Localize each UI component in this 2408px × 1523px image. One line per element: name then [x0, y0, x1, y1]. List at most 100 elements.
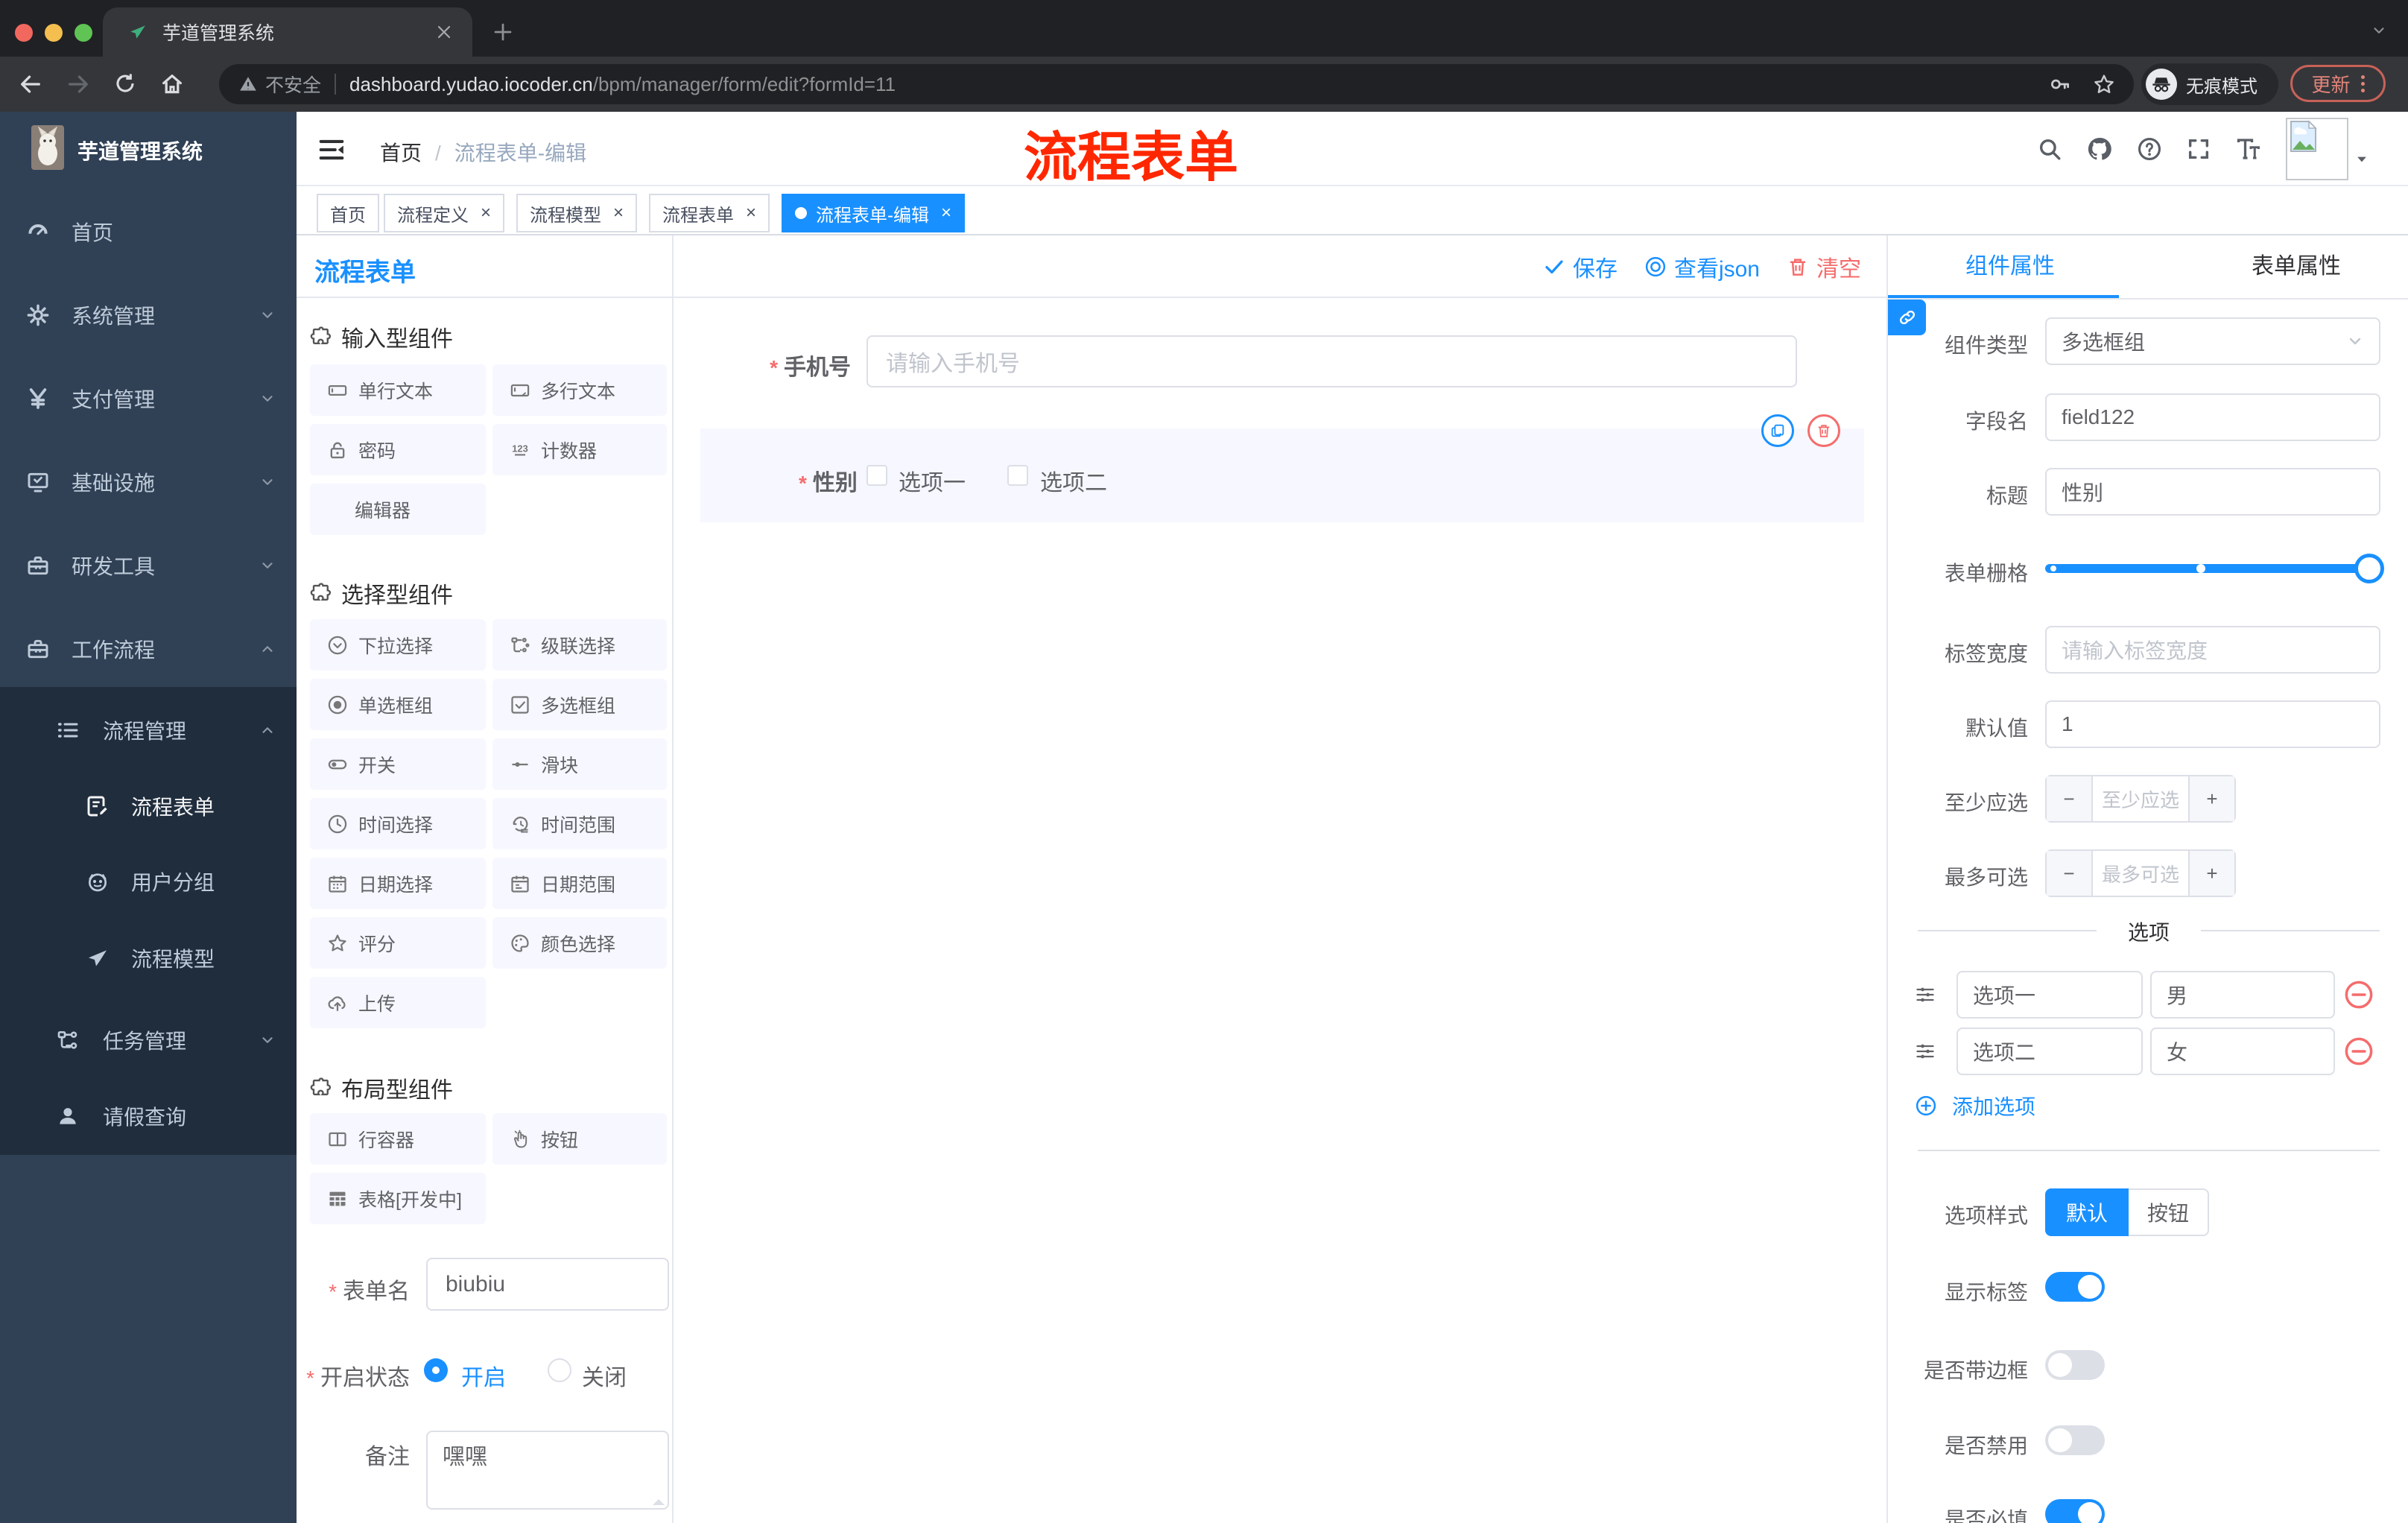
add-option-button[interactable]: 添加选项: [1915, 1091, 2035, 1121]
sidebar-item-流程表单[interactable]: 流程表单: [0, 764, 297, 848]
component-单选框组[interactable]: 单选框组: [310, 679, 486, 730]
password-key-icon[interactable]: [2049, 73, 2071, 95]
slider-thumb[interactable]: [2354, 554, 2384, 583]
component-时间范围[interactable]: 时间范围: [492, 798, 667, 849]
tag-close-icon[interactable]: ×: [941, 203, 951, 224]
fontsize-icon[interactable]: [2235, 136, 2262, 162]
component-单行文本[interactable]: 单行文本: [310, 364, 486, 416]
grid-slider-track[interactable]: [2045, 564, 2380, 573]
是否必填-switch[interactable]: [2045, 1499, 2105, 1523]
sidebar-item-请假查询[interactable]: 请假查询: [0, 1074, 297, 1158]
component-计数器[interactable]: 计数器: [492, 424, 667, 475]
style-default-button[interactable]: 默认: [2045, 1188, 2129, 1236]
sidebar-item-支付管理[interactable]: 支付管理: [0, 357, 297, 440]
option-value-input[interactable]: 选项一: [1956, 971, 2143, 1019]
copy-component-button[interactable]: [1761, 414, 1794, 447]
component-评分[interactable]: 评分: [310, 917, 486, 969]
gender-option2-checkbox[interactable]: [1007, 465, 1028, 486]
component-按钮[interactable]: 按钮: [492, 1113, 667, 1165]
home-icon[interactable]: [159, 72, 185, 97]
component-时间选择[interactable]: 时间选择: [310, 798, 486, 849]
update-button[interactable]: 更新: [2290, 65, 2386, 102]
field-input[interactable]: field122: [2045, 393, 2380, 441]
component-滑块[interactable]: 滑块: [492, 738, 667, 790]
fullscreen-icon[interactable]: [2186, 136, 2211, 162]
component-下拉选择[interactable]: 下拉选择: [310, 619, 486, 671]
form-remark-textarea[interactable]: 嘿嘿: [426, 1431, 669, 1510]
option-label-input[interactable]: 女: [2150, 1028, 2335, 1075]
sidebar-logo[interactable]: 芋道管理系统: [0, 112, 297, 183]
status-off-radio[interactable]: [548, 1358, 571, 1382]
max-increase[interactable]: +: [2190, 851, 2234, 896]
tab-form-props[interactable]: 表单属性: [2162, 235, 2408, 298]
traffic-minimize-button[interactable]: [45, 24, 63, 42]
browser-menu-dots-icon[interactable]: [2360, 75, 2365, 92]
sidebar-item-流程管理[interactable]: 流程管理: [0, 688, 297, 772]
tab-close-icon[interactable]: [435, 23, 453, 41]
gender-option1-checkbox[interactable]: [866, 465, 887, 486]
component-日期选择[interactable]: 日期选择: [310, 858, 486, 909]
avatar-caret-icon[interactable]: [2354, 152, 2369, 167]
browser-tab[interactable]: 芋道管理系统: [103, 7, 472, 57]
tag-流程定义[interactable]: 流程定义 ×: [384, 194, 505, 232]
drag-handle-icon[interactable]: [1915, 984, 1936, 1005]
component-上传[interactable]: 上传: [310, 977, 486, 1028]
component-多选框组[interactable]: 多选框组: [492, 679, 667, 730]
显示标签-switch[interactable]: [2045, 1272, 2105, 1302]
tab-component-props[interactable]: 组件属性: [1888, 235, 2132, 298]
type-select[interactable]: 多选框组: [2045, 317, 2380, 365]
tag-流程表单[interactable]: 流程表单 ×: [649, 194, 770, 232]
max-stepper[interactable]: − 最多可选 +: [2045, 849, 2236, 897]
status-off-label[interactable]: 关闭: [582, 1359, 627, 1392]
phone-input[interactable]: 请输入手机号: [866, 335, 1797, 387]
github-icon[interactable]: [2086, 136, 2113, 162]
sidebar-item-工作流程[interactable]: 工作流程: [0, 607, 297, 691]
bookmark-star-icon[interactable]: [2092, 72, 2116, 96]
reload-icon[interactable]: [113, 72, 137, 95]
sidebar-item-用户分组[interactable]: 用户分组: [0, 840, 297, 923]
保存-button[interactable]: 保存: [1543, 250, 1618, 283]
option-label-input[interactable]: 男: [2150, 971, 2335, 1019]
user-avatar[interactable]: [2286, 118, 2348, 180]
min-stepper[interactable]: − 至少应选 +: [2045, 775, 2236, 823]
hamburger-icon[interactable]: [317, 136, 346, 164]
component-多行文本[interactable]: 多行文本: [492, 364, 667, 416]
back-icon[interactable]: [18, 72, 43, 97]
sidebar-item-系统管理[interactable]: 系统管理: [0, 273, 297, 357]
是否禁用-switch[interactable]: [2045, 1425, 2105, 1455]
tag-首页[interactable]: 首页: [317, 194, 379, 232]
清空-button[interactable]: 清空: [1787, 250, 1861, 283]
gender-option2-label[interactable]: 选项二: [1040, 464, 1107, 497]
sidebar-item-研发工具[interactable]: 研发工具: [0, 524, 297, 607]
option-value-input[interactable]: 选项二: [1956, 1028, 2143, 1075]
component-表格[开发中][interactable]: 表格[开发中]: [310, 1173, 486, 1224]
sidebar-item-基础设施[interactable]: 基础设施: [0, 440, 297, 524]
drag-handle-icon[interactable]: [1915, 1041, 1936, 1062]
是否带边框-switch[interactable]: [2045, 1350, 2105, 1380]
style-button-button[interactable]: 按钮: [2129, 1188, 2209, 1236]
status-on-radio[interactable]: [424, 1358, 448, 1382]
default-input[interactable]: 1: [2045, 700, 2380, 748]
min-decrease[interactable]: −: [2047, 776, 2091, 821]
sidebar-item-首页[interactable]: 首页: [0, 190, 297, 273]
url-bar[interactable]: 不安全 dashboard.yudao.iocoder.cn/bpm/manag…: [219, 64, 2134, 104]
new-tab-button[interactable]: [492, 21, 514, 43]
delete-component-button[interactable]: [1807, 414, 1840, 447]
tabstrip-chevron-icon[interactable]: [2371, 22, 2387, 39]
form-name-input[interactable]: biubiu: [426, 1258, 669, 1311]
status-on-label[interactable]: 开启: [461, 1359, 506, 1392]
forward-icon[interactable]: [66, 72, 91, 97]
component-编辑器[interactable]: 编辑器: [310, 484, 486, 535]
width-input[interactable]: 请输入标签宽度: [2045, 626, 2380, 674]
traffic-zoom-button[interactable]: [75, 24, 92, 42]
component-级联选择[interactable]: 级联选择: [492, 619, 667, 671]
tag-close-icon[interactable]: ×: [746, 203, 756, 224]
component-颜色选择[interactable]: 颜色选择: [492, 917, 667, 969]
max-decrease[interactable]: −: [2047, 851, 2091, 896]
tag-close-icon[interactable]: ×: [613, 203, 624, 224]
component-行容器[interactable]: 行容器: [310, 1113, 486, 1165]
tag-流程表单-编辑[interactable]: 流程表单-编辑 ×: [782, 194, 966, 232]
question-icon[interactable]: [2137, 136, 2162, 162]
traffic-close-button[interactable]: [15, 24, 33, 42]
remove-option-icon[interactable]: [2343, 979, 2374, 1010]
